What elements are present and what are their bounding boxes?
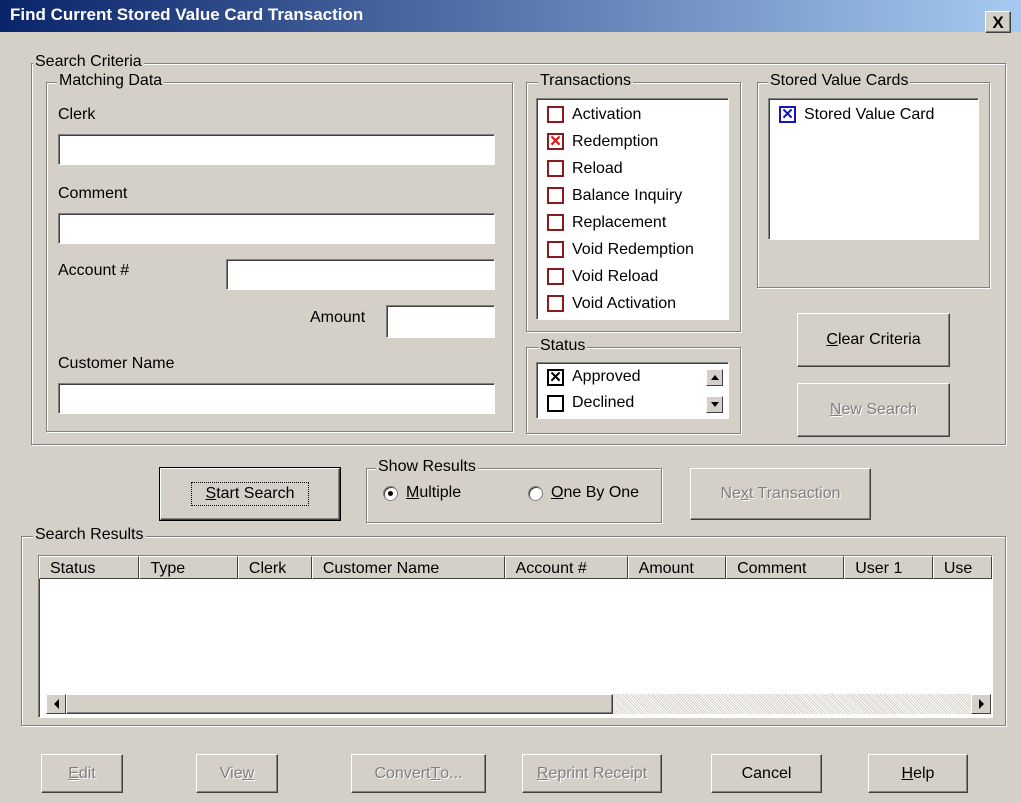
checkbox-icon[interactable]: [547, 106, 564, 123]
new-search-button[interactable]: New Search: [797, 383, 950, 437]
cancel-button[interactable]: Cancel: [711, 754, 822, 793]
checked-checkbox-icon[interactable]: ✕: [779, 106, 796, 123]
matching-data-label: Matching Data: [57, 72, 165, 90]
customer-name-field[interactable]: [58, 383, 495, 414]
customer-name-label: Customer Name: [58, 355, 175, 372]
status-scroll-down-button[interactable]: [706, 396, 723, 413]
close-icon: X: [992, 12, 1004, 32]
reprint-receipt-button[interactable]: Reprint Receipt: [522, 754, 662, 793]
checkbox-icon[interactable]: [547, 187, 564, 204]
checkbox-icon[interactable]: [547, 241, 564, 258]
column-account[interactable]: Account #: [504, 556, 628, 579]
column-user-2[interactable]: Use: [932, 556, 992, 579]
account-field[interactable]: [226, 259, 495, 290]
checked-checkbox-icon[interactable]: ✕: [547, 133, 564, 150]
status-list[interactable]: ✕ Approved Declined: [536, 362, 729, 419]
transactions-label: Transactions: [538, 72, 633, 90]
view-button[interactable]: Vie w: [196, 754, 278, 793]
radio-multiple[interactable]: Multiple: [383, 484, 461, 502]
transaction-item-reload[interactable]: Reload: [537, 155, 728, 182]
radio-selected-icon[interactable]: [383, 485, 398, 501]
window-title: Find Current Stored Value Card Transacti…: [10, 5, 364, 24]
amount-label: Amount: [310, 309, 366, 326]
transaction-item-void-redemption[interactable]: Void Redemption: [537, 236, 728, 263]
checkbox-icon[interactable]: [547, 295, 564, 312]
scrollbar-thumb[interactable]: [66, 694, 613, 714]
status-item-approved[interactable]: ✕ Approved: [537, 364, 728, 390]
scroll-left-icon: [53, 699, 59, 709]
account-label: Account #: [58, 262, 130, 279]
clear-criteria-button[interactable]: Clear Criteria: [797, 313, 950, 367]
column-amount[interactable]: Amount: [627, 556, 727, 579]
show-results-label: Show Results: [376, 458, 478, 476]
transaction-item-activation[interactable]: Activation: [537, 101, 728, 128]
help-button[interactable]: Help: [868, 754, 968, 793]
checkbox-icon[interactable]: [547, 214, 564, 231]
close-button[interactable]: X: [985, 11, 1011, 33]
search-criteria-label: Search Criteria: [33, 53, 144, 71]
comment-label: Comment: [58, 185, 128, 202]
status-label: Status: [538, 337, 588, 355]
checkbox-icon[interactable]: [547, 394, 564, 412]
column-comment[interactable]: Comment: [726, 556, 845, 579]
transaction-item-void-reload[interactable]: Void Reload: [537, 263, 728, 290]
checkbox-icon[interactable]: [547, 160, 564, 177]
scroll-down-icon: [710, 402, 719, 407]
scroll-left-button[interactable]: [46, 694, 66, 714]
scroll-right-icon: [978, 699, 984, 709]
stored-value-cards-label: Stored Value Cards: [768, 72, 911, 90]
transaction-item-replacement[interactable]: Replacement: [537, 209, 728, 236]
scroll-up-icon: [710, 375, 719, 380]
transaction-item-redemption[interactable]: ✕ Redemption: [537, 128, 728, 155]
next-transaction-button[interactable]: Ne x t Transaction: [690, 468, 871, 520]
scroll-right-button[interactable]: [971, 694, 991, 714]
table-header: Status Type Clerk Customer Name Account …: [39, 556, 992, 579]
checked-checkbox-icon[interactable]: ✕: [547, 368, 564, 386]
transactions-list[interactable]: Activation ✕ Redemption Reload Balance In…: [536, 98, 729, 320]
amount-field[interactable]: [386, 305, 495, 338]
transaction-item-balance-inquiry[interactable]: Balance Inquiry: [537, 182, 728, 209]
clerk-label: Clerk: [58, 106, 96, 123]
column-status[interactable]: Status: [39, 556, 140, 579]
radio-one-by-one[interactable]: One By One: [528, 484, 639, 502]
column-clerk[interactable]: Clerk: [237, 556, 312, 579]
status-item-declined[interactable]: Declined: [537, 390, 728, 416]
clerk-field[interactable]: [58, 134, 495, 165]
radio-icon[interactable]: [528, 485, 543, 501]
transaction-item-void-activation[interactable]: Void Activation: [537, 290, 728, 317]
edit-button[interactable]: Edit: [41, 754, 123, 793]
search-results-label: Search Results: [33, 526, 146, 544]
column-user-1[interactable]: User 1: [844, 556, 933, 579]
convert-to-button[interactable]: Convert To...: [351, 754, 486, 793]
column-customer-name[interactable]: Customer Name: [311, 556, 505, 579]
checkbox-icon[interactable]: [547, 268, 564, 285]
start-search-button[interactable]: Start Search: [159, 467, 341, 521]
status-scroll-up-button[interactable]: [706, 369, 723, 386]
stored-value-cards-list[interactable]: ✕ Stored Value Card: [768, 98, 979, 240]
column-type[interactable]: Type: [139, 556, 238, 579]
comment-field[interactable]: [58, 213, 495, 244]
card-item-stored-value-card[interactable]: ✕ Stored Value Card: [769, 101, 978, 128]
